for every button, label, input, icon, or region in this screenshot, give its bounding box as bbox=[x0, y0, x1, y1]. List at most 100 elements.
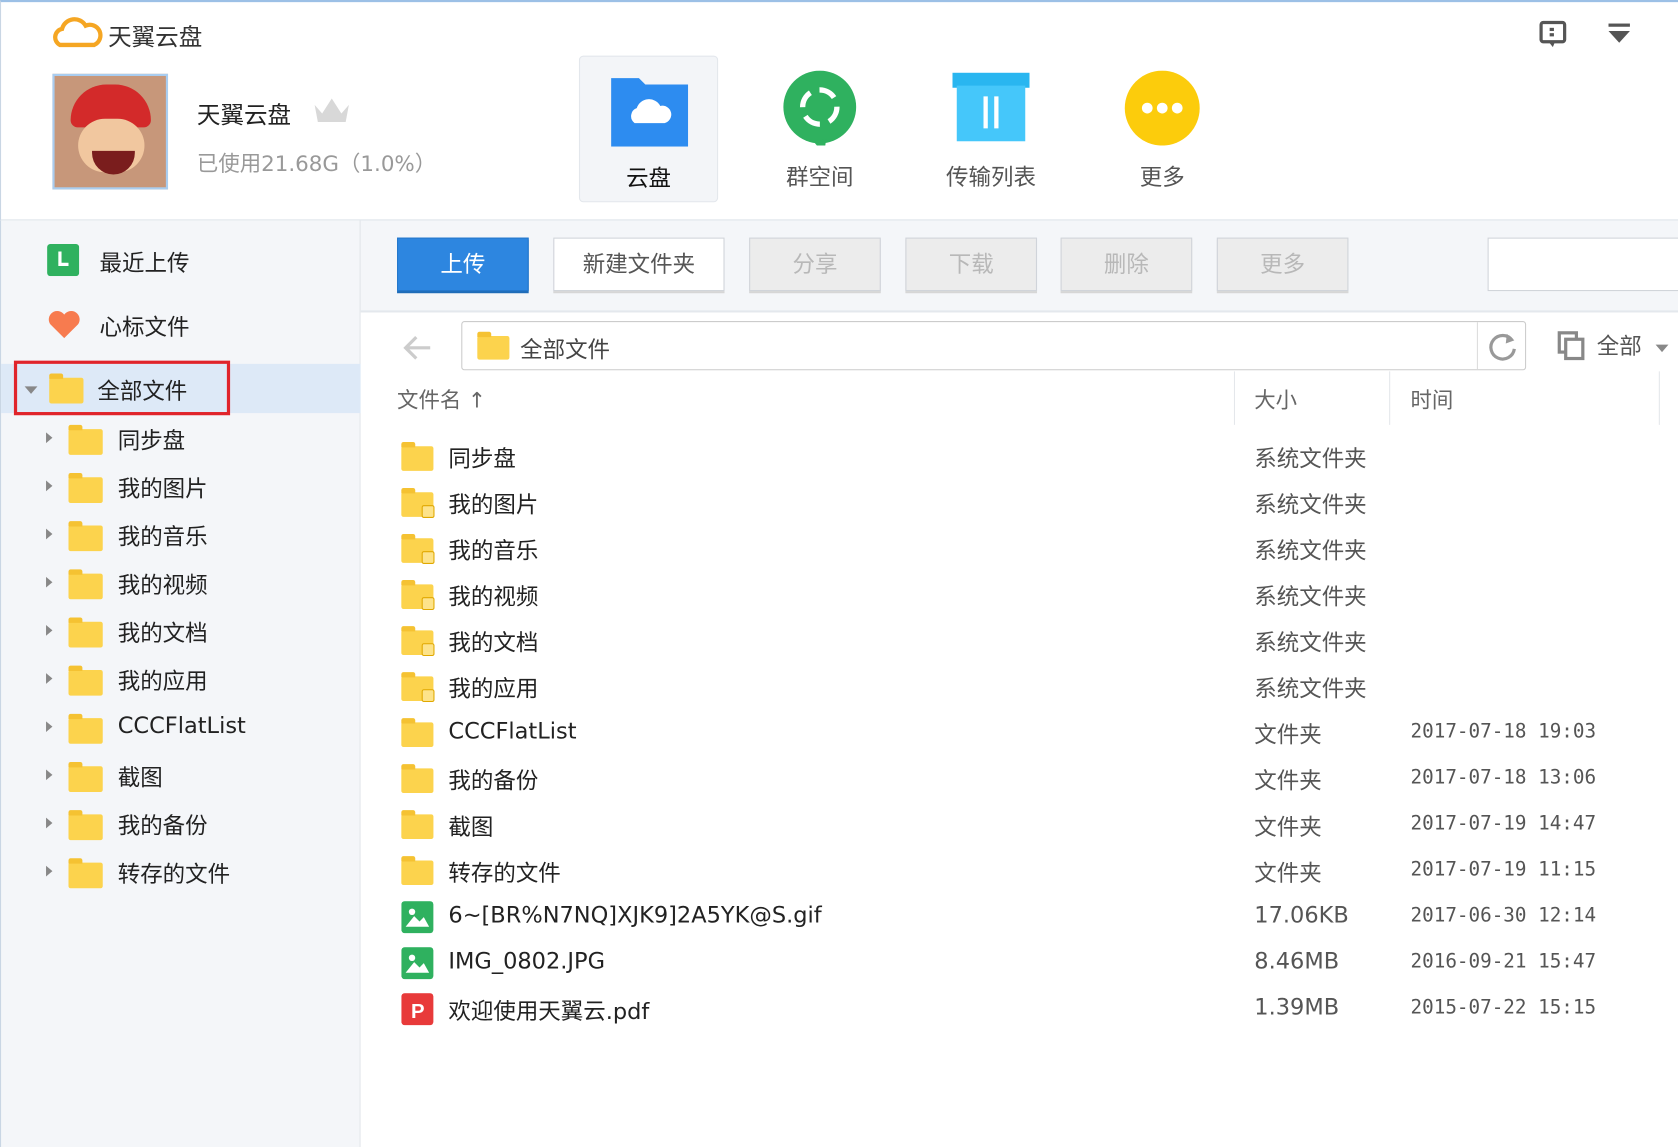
nav-more[interactable]: 更多 bbox=[1093, 56, 1232, 203]
column-divider[interactable] bbox=[1389, 371, 1391, 425]
file-name[interactable]: 我的音乐 bbox=[448, 534, 538, 566]
file-row[interactable]: P 欢迎使用天翼云.pdf 1.39MB 2015-07-22 15:15 bbox=[361, 986, 1678, 1032]
folder-icon bbox=[68, 858, 103, 889]
file-size: 系统文件夹 bbox=[1254, 446, 1367, 472]
tree-item[interactable]: 同步盘 bbox=[1, 415, 361, 462]
folder-icon bbox=[68, 473, 103, 503]
file-row[interactable]: 转存的文件 文件夹 2017-07-19 11:15 bbox=[361, 848, 1678, 894]
copy-icon[interactable] bbox=[1556, 330, 1586, 362]
folder-icon bbox=[68, 665, 103, 696]
expand-arrow-icon[interactable] bbox=[46, 624, 53, 636]
file-name[interactable]: 我的应用 bbox=[448, 672, 538, 704]
folder-icon bbox=[401, 718, 434, 747]
file-row[interactable]: CCCFlatList 文件夹 2017-07-18 19:03 bbox=[361, 710, 1678, 756]
file-name[interactable]: 我的图片 bbox=[448, 488, 538, 520]
tree-item[interactable]: 截图 bbox=[1, 752, 361, 799]
file-name[interactable]: 转存的文件 bbox=[448, 856, 560, 888]
transfer-list-icon bbox=[952, 72, 1030, 142]
file-row[interactable]: 我的视频 系统文件夹 bbox=[361, 571, 1678, 617]
tree-item[interactable]: 我的文档 bbox=[1, 608, 361, 655]
expand-arrow-icon[interactable] bbox=[46, 865, 53, 877]
expand-arrow-icon[interactable] bbox=[46, 721, 53, 733]
file-row[interactable]: 6~[BR%N7NQ]XJK9]2A5YK@S.gif 17.06KB 2017-0… bbox=[361, 894, 1678, 940]
file-name[interactable]: 我的视频 bbox=[448, 580, 538, 612]
folder-icon bbox=[401, 810, 434, 840]
file-name[interactable]: 我的备份 bbox=[448, 764, 538, 796]
folder-icon bbox=[49, 373, 84, 404]
file-time: 2017-06-30 12:14 bbox=[1410, 904, 1597, 927]
file-size: 1.39MB bbox=[1254, 994, 1340, 1020]
file-size: 系统文件夹 bbox=[1254, 676, 1367, 703]
nav-group-space[interactable]: 群空间 bbox=[750, 56, 889, 203]
tree-item[interactable]: 我的音乐 bbox=[1, 512, 361, 559]
file-time: 2017-07-18 13:06 bbox=[1410, 766, 1597, 789]
expand-arrow-icon[interactable] bbox=[24, 386, 38, 394]
more-button[interactable]: 更多 bbox=[1216, 237, 1349, 292]
file-row[interactable]: 同步盘 系统文件夹 bbox=[361, 433, 1678, 479]
back-arrow-icon[interactable] bbox=[401, 334, 433, 362]
file-size: 文件夹 bbox=[1254, 814, 1322, 841]
folder-icon bbox=[68, 810, 103, 841]
expand-arrow-icon[interactable] bbox=[46, 432, 53, 444]
expand-arrow-icon[interactable] bbox=[46, 528, 53, 540]
avatar[interactable] bbox=[52, 73, 169, 190]
file-time: 2016-09-21 15:47 bbox=[1410, 950, 1597, 973]
search-input[interactable] bbox=[1487, 237, 1678, 292]
file-row[interactable]: 我的应用 系统文件夹 bbox=[361, 664, 1678, 710]
folder-image-icon bbox=[401, 488, 435, 518]
new-folder-button[interactable]: 新建文件夹 bbox=[553, 237, 725, 292]
more-icon bbox=[1124, 70, 1200, 146]
upload-button[interactable]: 上传 bbox=[397, 237, 529, 292]
download-button[interactable]: 下载 bbox=[905, 237, 1038, 292]
expand-arrow-icon[interactable] bbox=[46, 480, 53, 492]
tree-item[interactable]: 我的应用 bbox=[1, 656, 361, 703]
share-button[interactable]: 分享 bbox=[749, 237, 881, 292]
menu-dropdown-icon[interactable] bbox=[1606, 21, 1634, 45]
feedback-icon[interactable] bbox=[1538, 19, 1568, 49]
tree-item[interactable]: 我的图片 bbox=[1, 463, 361, 510]
tree-item[interactable]: 转存的文件 bbox=[1, 849, 361, 896]
file-row[interactable]: IMG_0802.JPG 8.46MB 2016-09-21 15:47 bbox=[361, 940, 1678, 986]
column-header-time[interactable]: 时间 bbox=[1411, 383, 1454, 414]
expand-arrow-icon[interactable] bbox=[46, 576, 53, 588]
file-row[interactable]: 我的备份 文件夹 2017-07-18 13:06 bbox=[361, 756, 1678, 802]
delete-button[interactable]: 删除 bbox=[1060, 237, 1193, 292]
file-row[interactable]: 截图 文件夹 2017-07-19 14:47 bbox=[361, 802, 1678, 848]
nav-cloud-drive[interactable]: 云盘 bbox=[578, 55, 719, 203]
folder-icon bbox=[68, 713, 103, 744]
file-size: 17.06KB bbox=[1254, 902, 1349, 928]
file-name[interactable]: IMG_0802.JPG bbox=[448, 948, 605, 974]
file-name[interactable]: 欢迎使用天翼云.pdf bbox=[448, 994, 649, 1026]
expand-arrow-icon[interactable] bbox=[46, 673, 53, 684]
column-divider[interactable] bbox=[1658, 371, 1660, 425]
file-row[interactable]: 我的文档 系统文件夹 bbox=[361, 618, 1678, 664]
sidebar-item-favorites[interactable]: 心标文件 bbox=[1, 300, 361, 349]
file-name[interactable]: CCCFlatList bbox=[448, 718, 576, 744]
column-divider[interactable] bbox=[1233, 371, 1236, 425]
file-row[interactable]: 我的图片 系统文件夹 bbox=[361, 479, 1678, 525]
column-header-size[interactable]: 大小 bbox=[1254, 383, 1297, 414]
sidebar-item-recent-uploads[interactable]: 最近上传 bbox=[1, 235, 361, 284]
column-header-name[interactable]: 文件名 ↑ bbox=[397, 383, 486, 414]
folder-doc-icon bbox=[401, 626, 435, 657]
chevron-down-icon[interactable] bbox=[1655, 344, 1669, 353]
file-name[interactable]: 6~[BR%N7NQ]XJK9]2A5YK@S.gif bbox=[448, 902, 821, 928]
tree-item[interactable]: 我的备份 bbox=[1, 801, 361, 848]
tree-item[interactable]: 我的视频 bbox=[1, 560, 361, 607]
file-name[interactable]: 同步盘 bbox=[448, 442, 515, 474]
path-bar[interactable]: 全部文件 bbox=[461, 321, 1527, 371]
nav-transfer-list[interactable]: 传输列表 bbox=[921, 56, 1060, 203]
image-file-icon bbox=[401, 947, 434, 980]
file-time: 2017-07-19 11:15 bbox=[1410, 858, 1597, 881]
refresh-button[interactable] bbox=[1476, 322, 1526, 370]
expand-arrow-icon[interactable] bbox=[46, 817, 53, 829]
file-row[interactable]: 我的音乐 系统文件夹 bbox=[361, 525, 1678, 571]
expand-arrow-icon[interactable] bbox=[46, 769, 53, 781]
filter-dropdown[interactable]: 全部 bbox=[1597, 330, 1642, 362]
sidebar-item-all-files[interactable]: 全部文件 bbox=[1, 360, 361, 416]
file-name[interactable]: 我的文档 bbox=[448, 626, 538, 658]
file-size: 文件夹 bbox=[1254, 860, 1322, 887]
tree-item[interactable]: CCCFlatList bbox=[1, 704, 361, 751]
cloud-drive-icon bbox=[611, 78, 689, 147]
file-name[interactable]: 截图 bbox=[448, 810, 493, 842]
